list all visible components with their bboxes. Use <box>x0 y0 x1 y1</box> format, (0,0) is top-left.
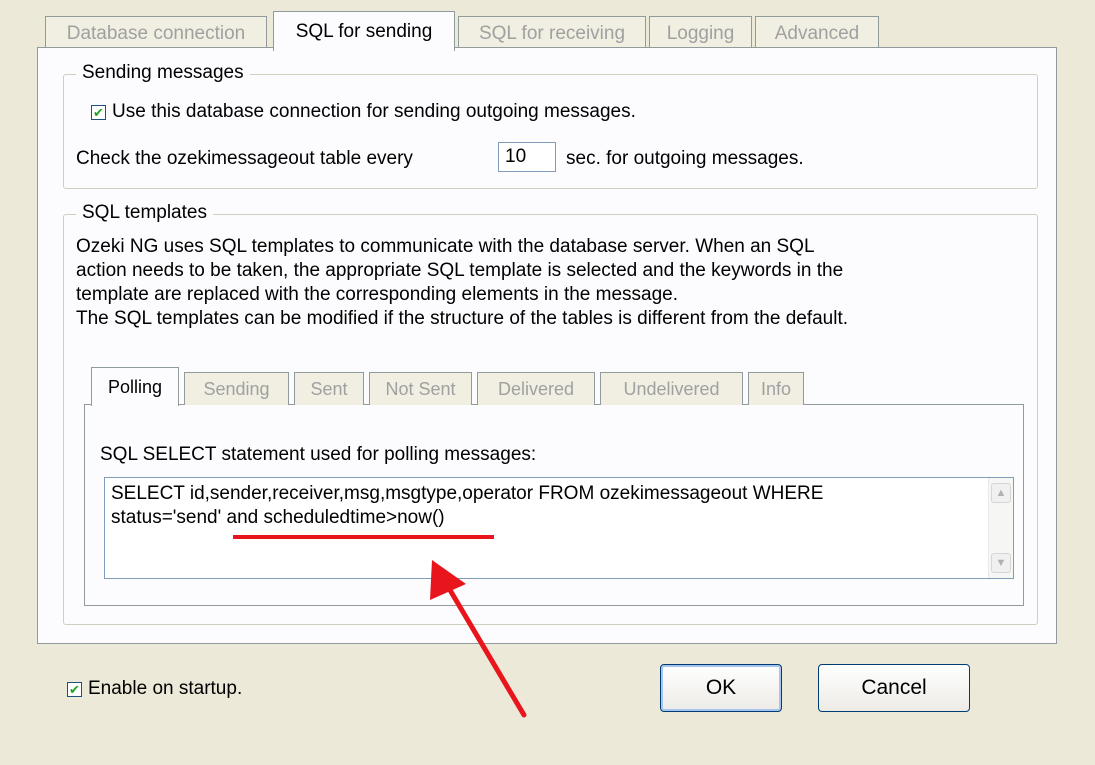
statement-label: SQL SELECT statement used for polling me… <box>100 444 537 465</box>
sql-statement-textarea[interactable]: SELECT id,sender,receiver,msg,msgtype,op… <box>104 477 1014 579</box>
description-line: template are replaced with the correspon… <box>76 284 679 305</box>
enable-on-startup-label[interactable]: Enable on startup. <box>88 678 242 700</box>
scroll-down-icon[interactable]: ▼ <box>991 553 1011 573</box>
inner-tab-undelivered[interactable]: Undelivered <box>600 372 743 405</box>
tab-sql-for-receiving[interactable]: SQL for receiving <box>458 16 646 50</box>
checkmark-icon: ✔ <box>93 105 104 120</box>
use-connection-label[interactable]: Use this database connection for sending… <box>112 101 636 123</box>
use-connection-checkbox[interactable]: ✔ <box>91 105 106 120</box>
description-line: Ozeki NG uses SQL templates to communica… <box>76 236 815 257</box>
tab-advanced[interactable]: Advanced <box>755 16 879 50</box>
scroll-up-icon[interactable]: ▲ <box>991 483 1011 503</box>
inner-tab-info[interactable]: Info <box>748 372 804 405</box>
inner-tab-polling[interactable]: Polling <box>91 367 179 406</box>
tab-database-connection[interactable]: Database connection <box>45 16 267 50</box>
inner-tab-delivered[interactable]: Delivered <box>477 372 595 405</box>
inner-tab-sent[interactable]: Sent <box>294 372 364 405</box>
interval-input[interactable]: 10 <box>498 142 556 172</box>
textarea-scrollbar[interactable]: ▲ ▼ <box>988 478 1013 578</box>
sending-messages-title: Sending messages <box>76 62 250 84</box>
inner-tab-not-sent[interactable]: Not Sent <box>369 372 472 405</box>
description-line: The SQL templates can be modified if the… <box>76 308 849 329</box>
tab-logging[interactable]: Logging <box>649 16 752 50</box>
sql-for-sending-page: Sending messages ✔ Use this database con… <box>37 47 1057 644</box>
check-table-prefix: Check the ozekimessageout table every <box>76 148 413 169</box>
cancel-button[interactable]: Cancel <box>818 664 970 712</box>
statement-line: SELECT id,sender,receiver,msg,msgtype,op… <box>111 483 824 504</box>
description-line: action needs to be taken, the appropriat… <box>76 260 844 281</box>
sql-templates-title: SQL templates <box>76 202 213 224</box>
inner-tab-sending[interactable]: Sending <box>184 372 289 405</box>
enable-on-startup-checkbox[interactable]: ✔ <box>67 682 82 697</box>
statement-line: status='send' and scheduledtime>now() <box>111 507 445 528</box>
check-table-suffix: sec. for outgoing messages. <box>566 148 804 169</box>
templates-description: Ozeki NG uses SQL templates to communica… <box>76 235 848 331</box>
tab-sql-for-sending[interactable]: SQL for sending <box>273 11 455 51</box>
checkmark-icon: ✔ <box>69 682 80 697</box>
ok-button[interactable]: OK <box>660 664 782 712</box>
